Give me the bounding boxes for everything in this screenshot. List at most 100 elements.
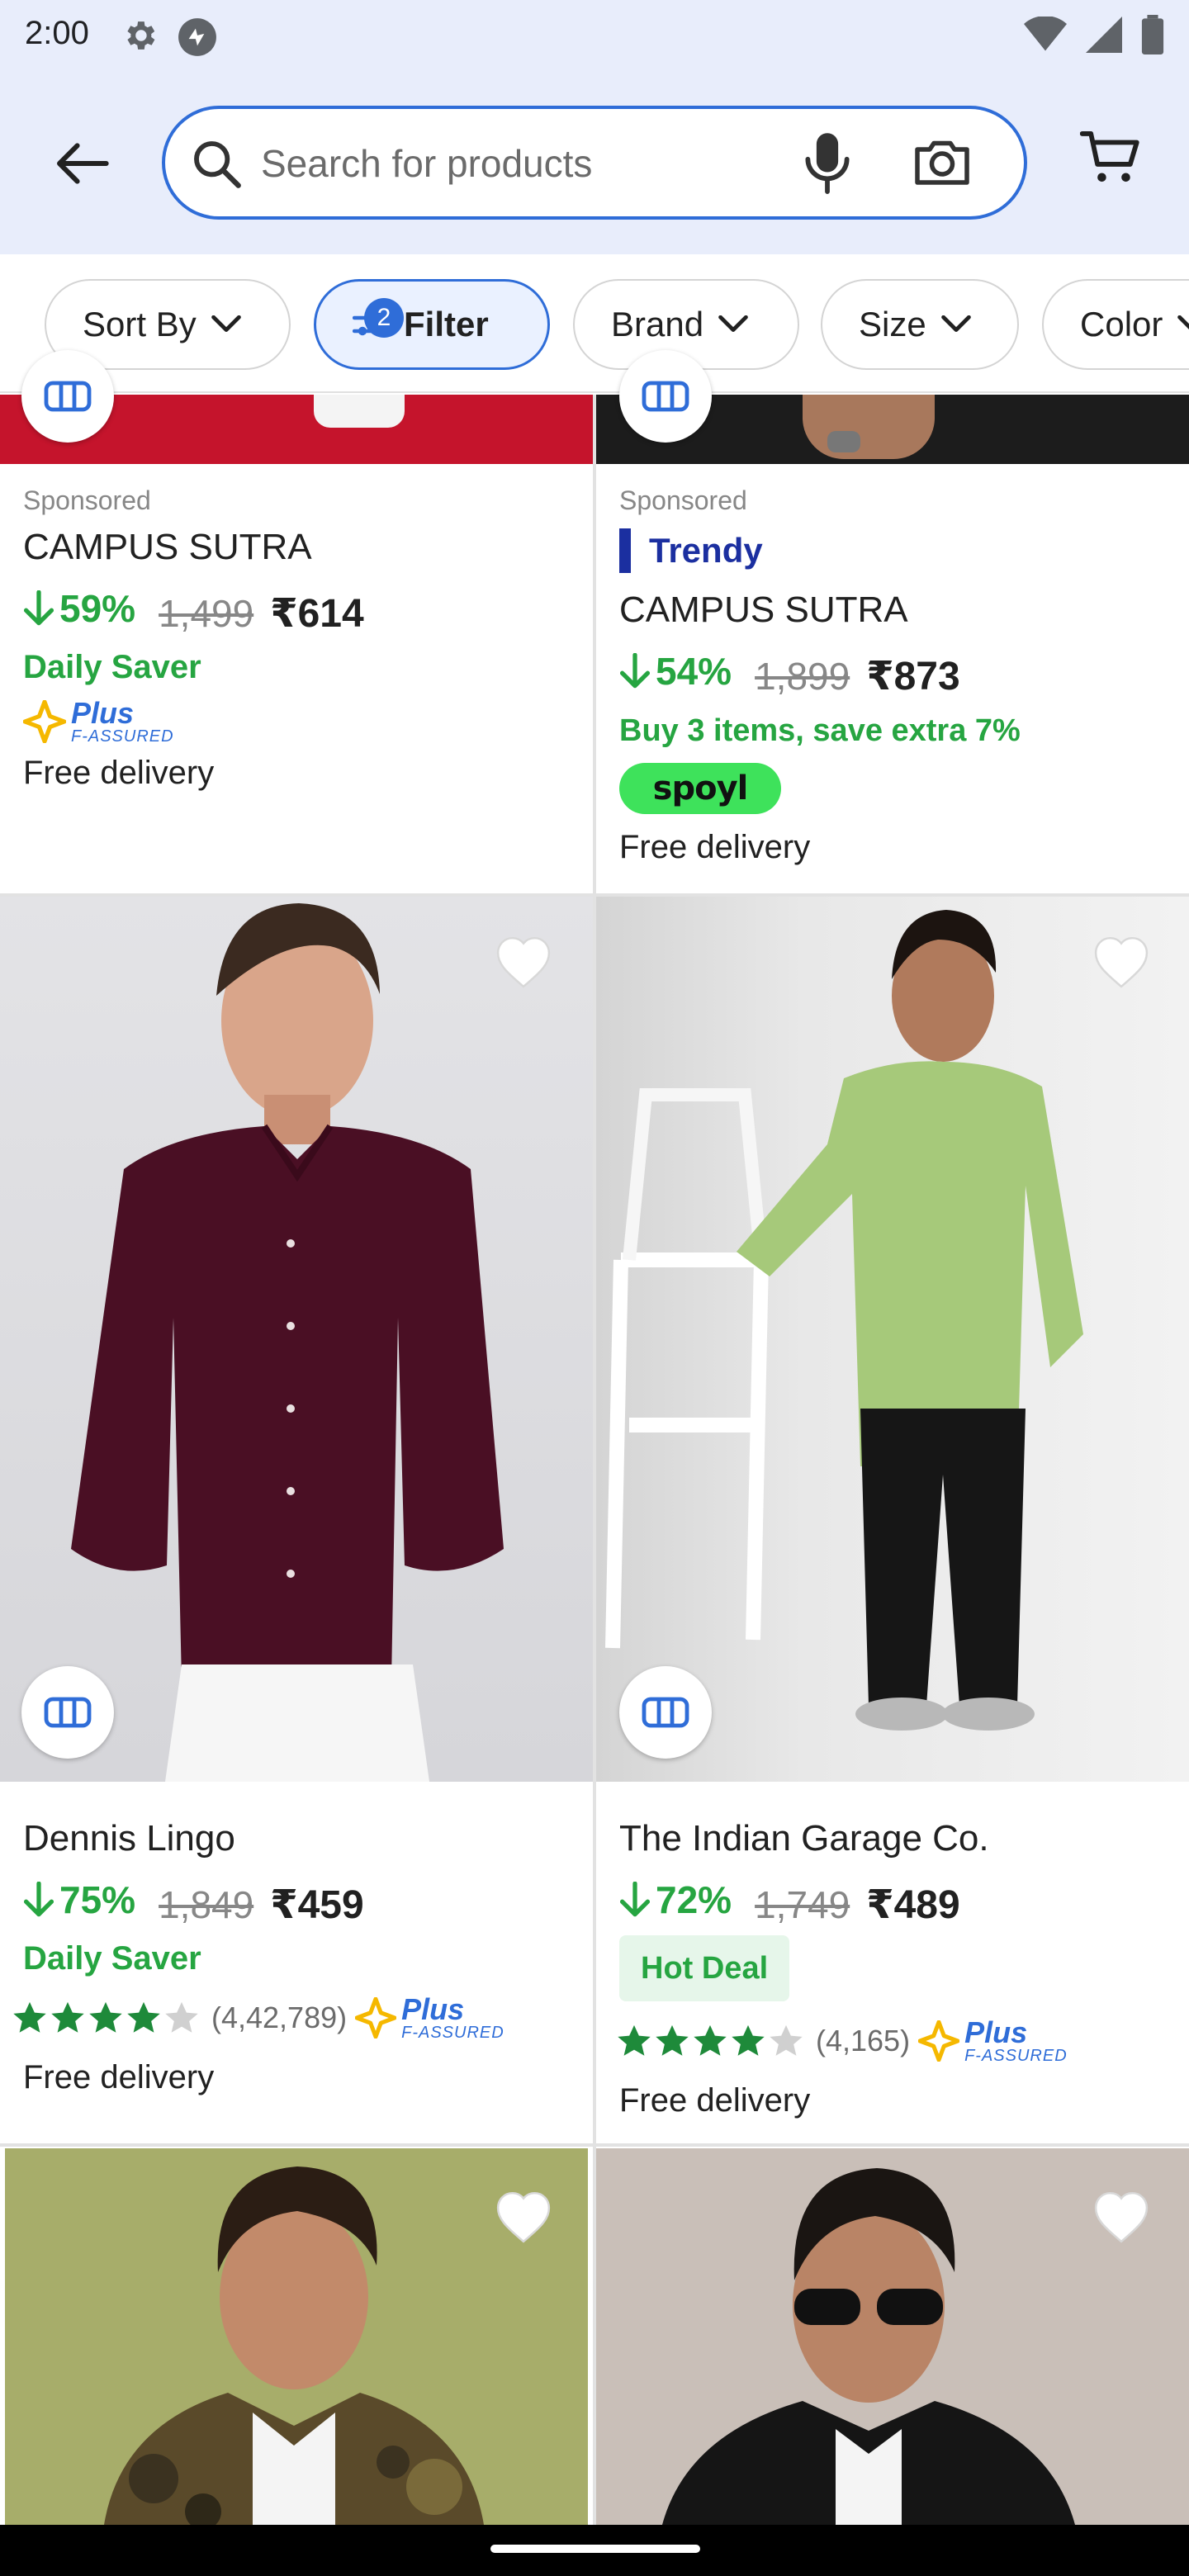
mrp: 1,849 <box>159 1883 254 1926</box>
plus-star-icon <box>918 2020 960 2062</box>
heart-icon <box>496 2191 551 2243</box>
chevron-down-icon <box>1177 315 1189 329</box>
wishlist-heart-button[interactable] <box>1087 2181 1156 2251</box>
mrp: 1,899 <box>755 655 850 698</box>
price: ₹873 <box>866 655 960 698</box>
search-input[interactable] <box>261 134 756 193</box>
product-image-indian-garage[interactable] <box>596 897 1189 1782</box>
mrp: 1,499 <box>159 592 254 635</box>
ad-badge <box>21 350 114 443</box>
battery-icon <box>1141 15 1164 54</box>
star-filled-icon <box>656 2024 689 2056</box>
star-filled-icon <box>732 2024 765 2056</box>
price: ₹489 <box>866 1883 960 1927</box>
ad-badge <box>21 1666 114 1759</box>
ring-graphic <box>827 431 860 452</box>
price-row: 72% 1,749 ₹489 <box>619 1878 960 1928</box>
microphone-icon[interactable] <box>801 129 854 202</box>
filter-chip-row: Sort By 2 Filter Brand Size Color <box>0 254 1189 393</box>
bundle-offer: Buy 3 items, save extra 7% <box>619 713 1021 748</box>
size-chip[interactable]: Size <box>821 279 1019 370</box>
price: ₹459 <box>270 1883 364 1927</box>
plus-text: Plus F-ASSURED <box>401 1992 504 2042</box>
color-label: Color <box>1080 305 1163 343</box>
product-brand: Dennis Lingo <box>23 1818 235 1859</box>
wishlist-heart-button[interactable] <box>489 2181 558 2251</box>
plus-label: Plus <box>71 696 135 730</box>
star-filled-icon <box>51 2001 84 2033</box>
wishlist-heart-button[interactable] <box>489 926 558 996</box>
discount-percent: 72% <box>656 1878 732 1921</box>
free-delivery: Free delivery <box>619 2082 811 2119</box>
discount: 72% <box>619 1878 732 1922</box>
trendy-bar <box>619 528 631 573</box>
heart-icon <box>496 936 551 988</box>
product-brand: The Indian Garage Co. <box>619 1818 989 1859</box>
daily-saver-tag: Daily Saver <box>23 1940 201 1977</box>
trendy-tag: Trendy <box>619 528 763 573</box>
price-row: 75% 1,849 ₹459 <box>23 1878 364 1928</box>
status-bar: 2:00 <box>0 0 1189 69</box>
cart-icon <box>1079 131 1139 182</box>
search-box[interactable] <box>162 106 1027 220</box>
signal-icon <box>1086 17 1122 53</box>
chevron-down-icon <box>940 315 971 333</box>
model-green-shirt-image <box>605 910 1083 1731</box>
ad-bars-icon <box>642 1697 689 1728</box>
discount-percent: 59% <box>59 587 136 630</box>
mrp: 1,749 <box>755 1883 850 1926</box>
wishlist-heart-button[interactable] <box>1087 926 1156 996</box>
daily-saver-tag: Daily Saver <box>23 649 201 685</box>
settings-gear-icon <box>121 17 159 59</box>
sync-app-icon <box>177 17 218 62</box>
ad-bars-icon <box>44 1697 92 1728</box>
plus-assured-badge: Plus F-ASSURED <box>23 698 174 745</box>
product-brand: CAMPUS SUTRA <box>23 527 312 567</box>
back-button[interactable] <box>45 132 119 195</box>
rating: (4,165) Plus F-ASSURED <box>616 2018 1068 2064</box>
size-label: Size <box>859 305 926 343</box>
free-delivery: Free delivery <box>619 829 811 865</box>
product-image-dennis-lingo[interactable] <box>0 897 593 1782</box>
status-right <box>1024 15 1164 54</box>
down-arrow-icon <box>23 1882 54 1917</box>
star-filled-icon <box>618 2024 651 2056</box>
plus-text: Plus F-ASSURED <box>71 696 174 746</box>
rating-stars <box>616 2024 806 2058</box>
filter-count-badge: 2 <box>364 298 404 338</box>
spoyl-logo: spoyl <box>619 763 781 814</box>
down-arrow-icon <box>619 653 651 689</box>
ad-bars-icon <box>642 381 689 412</box>
camera-icon[interactable] <box>913 135 971 192</box>
row-divider <box>0 2143 1189 2147</box>
ad-badge <box>619 350 712 443</box>
plus-assured-badge: Plus F-ASSURED <box>355 1995 504 2041</box>
trendy-label: Trendy <box>649 531 763 570</box>
discount: 59% <box>23 586 135 631</box>
wifi-icon <box>1024 17 1067 51</box>
discount-percent: 54% <box>656 650 732 693</box>
search-icon <box>190 137 243 194</box>
discount: 75% <box>23 1878 135 1922</box>
filter-chip[interactable]: 2 Filter <box>314 279 550 370</box>
hot-deal-tag: Hot Deal <box>619 1935 790 2001</box>
cart-button[interactable] <box>1079 129 1141 191</box>
ad-badge <box>619 1666 712 1759</box>
heart-icon <box>1094 936 1149 988</box>
rating: (4,42,789) Plus F-ASSURED <box>12 1995 504 2041</box>
color-chip[interactable]: Color <box>1042 279 1189 370</box>
plus-text: Plus F-ASSURED <box>964 2018 1068 2065</box>
home-gesture-handle[interactable] <box>490 2545 700 2553</box>
plus-label: Plus <box>401 1992 465 2026</box>
star-empty-icon <box>165 2001 198 2033</box>
rating-stars <box>12 2001 201 2035</box>
sort-by-label: Sort By <box>83 305 197 343</box>
star-filled-icon <box>13 2001 46 2033</box>
free-delivery: Free delivery <box>23 2059 215 2095</box>
sponsored-label: Sponsored <box>23 485 151 515</box>
star-filled-icon <box>127 2001 160 2033</box>
sponsored-label: Sponsored <box>619 485 747 515</box>
brand-label: Brand <box>611 305 704 343</box>
discount-percent: 75% <box>59 1878 136 1921</box>
down-arrow-icon <box>619 1882 651 1917</box>
